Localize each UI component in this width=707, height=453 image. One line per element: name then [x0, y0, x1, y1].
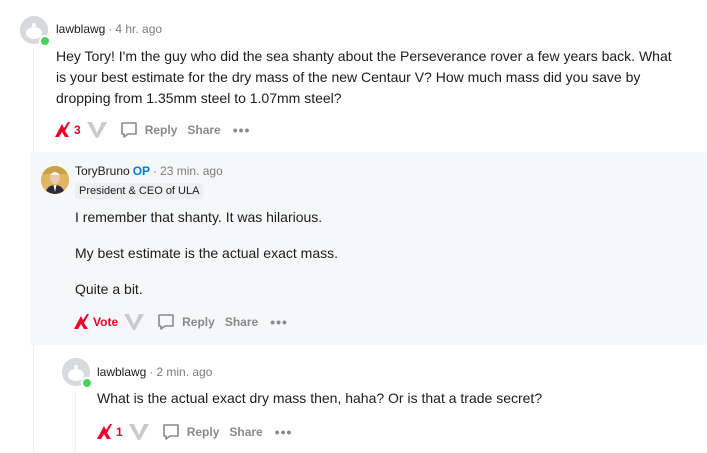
downvote-button[interactable] [85, 120, 109, 140]
user-photo-icon [41, 166, 69, 194]
comment-body: I remember that shanty. It was hilarious… [75, 207, 675, 300]
downvote-icon [124, 314, 145, 330]
vote-label: Vote [93, 315, 119, 329]
timestamp[interactable]: 2 min. ago [156, 365, 212, 379]
share-button[interactable]: Share [187, 123, 220, 137]
username[interactable]: lawblawg [56, 22, 105, 36]
upvote-button[interactable] [94, 422, 114, 442]
avatar[interactable] [41, 166, 69, 194]
online-indicator [81, 377, 93, 389]
comment-icon [158, 314, 174, 330]
user-flair: President & CEO of ULA [75, 183, 204, 199]
share-label: Share [224, 315, 259, 329]
share-button[interactable]: Share [229, 425, 262, 439]
downvote-icon [128, 424, 149, 440]
more-options-button[interactable]: ••• [275, 424, 293, 440]
upvote-button[interactable] [52, 120, 72, 140]
op-badge: OP [132, 164, 151, 178]
username[interactable]: ToryBruno [75, 164, 130, 178]
reply-label: Reply [144, 123, 178, 137]
downvote-button[interactable] [122, 312, 146, 332]
comment-meta: ToryBruno OP · 23 min. ago [75, 163, 223, 179]
separator: · [149, 365, 154, 379]
reply-label: Reply [186, 425, 220, 439]
timestamp[interactable]: 4 hr. ago [115, 22, 162, 36]
comment-body: What is the actual exact dry mass then, … [97, 388, 677, 409]
upvote-icon [55, 122, 70, 137]
reply-button[interactable]: Reply [161, 422, 220, 442]
avatar[interactable] [20, 16, 51, 47]
comment-actions: 3 Reply Share ••• [52, 118, 250, 142]
comment-meta: lawblawg · 2 min. ago [97, 364, 212, 380]
share-button[interactable]: Share [225, 315, 258, 329]
upvote-icon [74, 314, 89, 329]
comment-actions: Vote Reply Share ••• [71, 310, 288, 334]
avatar[interactable] [62, 358, 93, 389]
comment-icon [162, 424, 179, 440]
more-options-button[interactable]: ••• [233, 122, 251, 138]
downvote-icon [86, 122, 107, 138]
comment-icon [120, 122, 137, 138]
comment-paragraph: Hey Tory! I'm the guy who did the sea sh… [56, 48, 672, 106]
separator: · [153, 164, 158, 178]
reply-button[interactable]: Reply [119, 120, 178, 140]
comment-meta: lawblawg · 4 hr. ago [56, 21, 162, 37]
downvote-button[interactable] [127, 422, 151, 442]
share-label: Share [229, 425, 263, 439]
comment-actions: 1 Reply Share ••• [94, 420, 292, 444]
more-options-button[interactable]: ••• [270, 314, 288, 330]
reply-label: Reply [182, 315, 215, 329]
reply-button[interactable]: Reply [156, 312, 215, 332]
username[interactable]: lawblawg [97, 365, 146, 379]
comment-paragraph: I remember that shanty. It was hilarious… [75, 209, 323, 225]
online-indicator [39, 35, 51, 47]
timestamp[interactable]: 23 min. ago [160, 164, 223, 178]
vote-count: 1 [116, 425, 123, 439]
upvote-icon [97, 424, 112, 439]
comment-paragraph: Quite a bit. [75, 281, 143, 297]
share-label: Share [187, 123, 221, 137]
upvote-button[interactable] [71, 312, 91, 332]
separator: · [108, 22, 113, 36]
thread-line[interactable] [75, 392, 76, 453]
vote-count: 3 [74, 123, 81, 137]
comment-body: Hey Tory! I'm the guy who did the sea sh… [56, 46, 676, 109]
comment-paragraph: My best estimate is the actual exact mas… [75, 245, 338, 261]
comment-paragraph: What is the actual exact dry mass then, … [97, 390, 543, 406]
